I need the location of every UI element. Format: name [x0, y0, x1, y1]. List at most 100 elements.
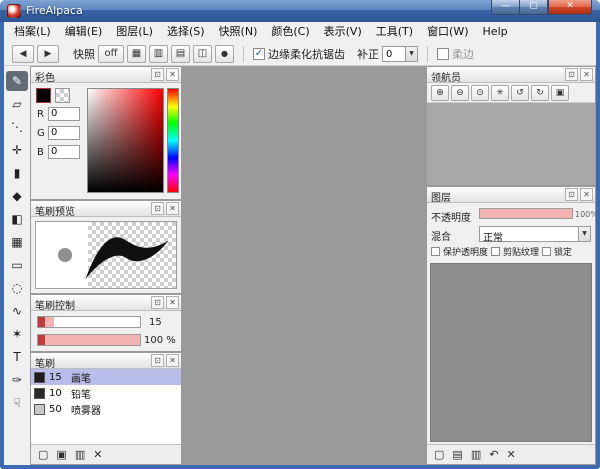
canvas[interactable] [182, 66, 426, 465]
grid-pattern-icon[interactable]: ▦ [127, 45, 146, 63]
navigator-header[interactable]: 领航员 ⊡ ✕ [427, 67, 595, 83]
layer-list[interactable] [430, 263, 592, 442]
fill-tool-icon[interactable]: ▮ [6, 163, 28, 183]
close-panel-icon[interactable]: ✕ [166, 202, 179, 215]
clipping-checkbox[interactable] [491, 247, 500, 256]
brush-list-item[interactable]: 10 铅笔 [31, 385, 181, 401]
brush-preview-box [35, 221, 177, 289]
color-panel-header[interactable]: 彩色 ⊡ ✕ [31, 67, 181, 83]
protect-alpha-checkbox[interactable] [431, 247, 440, 256]
new-brush-icon[interactable]: ▢ [38, 448, 48, 461]
stabilizer-off-button[interactable]: off [98, 45, 124, 63]
zoom-out-icon[interactable]: ⊖ [451, 85, 469, 101]
snapshot-next-button[interactable]: ▶ [37, 45, 59, 63]
select-ellipse-tool-icon[interactable]: ◌ [6, 278, 28, 298]
menu-item-edit[interactable]: 编辑(E) [58, 22, 110, 42]
gradient-tool-icon[interactable]: ◧ [6, 209, 28, 229]
brush-control-header[interactable]: 笔刷控制 ⊡ ✕ [31, 295, 181, 311]
grid-tool-icon[interactable]: ▦ [6, 232, 28, 252]
close-panel-icon[interactable]: ✕ [580, 68, 593, 81]
minimize-button[interactable]: — [491, 0, 520, 15]
float-panel-icon[interactable]: ⊡ [151, 68, 164, 81]
lock-checkbox[interactable] [542, 247, 551, 256]
brush-list-item[interactable]: 15 画笔 [31, 369, 181, 385]
float-panel-icon[interactable]: ⊡ [565, 68, 578, 81]
soft-edge-checkbox[interactable] [437, 48, 449, 60]
hlines-pattern-icon[interactable]: ▤ [171, 45, 190, 63]
hand-tool-icon[interactable]: ☟ [6, 393, 28, 413]
pen-tool-icon[interactable]: ✎ [6, 71, 28, 91]
delete-brush-icon[interactable]: ✕ [93, 448, 102, 461]
eraser-tool-icon[interactable]: ▱ [6, 94, 28, 114]
text-tool-icon[interactable]: T [6, 347, 28, 367]
dot-icon[interactable]: ● [215, 45, 234, 63]
b-input[interactable]: 0 [48, 145, 80, 159]
brush-control-title: 笔刷控制 [35, 297, 75, 312]
blur-tool-icon[interactable]: ⋱ [6, 117, 28, 137]
float-panel-icon[interactable]: ⊡ [565, 188, 578, 201]
blend-mode-dropdown[interactable]: 正常 ▼ [479, 226, 591, 242]
menu-item-window[interactable]: 窗口(W) [420, 22, 475, 42]
delete-layer-icon[interactable]: ✕ [506, 448, 515, 461]
magic-wand-tool-icon[interactable]: ✶ [6, 324, 28, 344]
edit-brush-icon[interactable]: ▣ [56, 448, 66, 461]
menu-item-color[interactable]: 颜色(C) [264, 22, 316, 42]
close-panel-icon[interactable]: ✕ [166, 68, 179, 81]
brush-opacity-slider[interactable] [37, 334, 141, 346]
fit-window-icon[interactable]: ▣ [551, 85, 569, 101]
brush-size-slider[interactable] [37, 316, 141, 328]
foreground-color-swatch[interactable] [36, 88, 51, 103]
hue-slider[interactable] [167, 88, 179, 193]
navigator-preview[interactable] [427, 103, 595, 185]
float-panel-icon[interactable]: ⊡ [151, 354, 164, 367]
maximize-button[interactable]: ▢ [520, 0, 548, 15]
rotate-left-icon[interactable]: ↺ [511, 85, 529, 101]
menu-item-tool[interactable]: 工具(T) [369, 22, 420, 42]
snapshot-prev-button[interactable]: ◀ [12, 45, 34, 63]
antialias-checkbox[interactable]: ✓ [253, 48, 265, 60]
bucket-tool-icon[interactable]: ◆ [6, 186, 28, 206]
brush-preview-header[interactable]: 笔刷预览 ⊡ ✕ [31, 201, 181, 217]
float-panel-icon[interactable]: ⊡ [151, 202, 164, 215]
split-pattern-icon[interactable]: ◫ [193, 45, 212, 63]
rotate-right-icon[interactable]: ↻ [531, 85, 549, 101]
layers-header[interactable]: 图层 ⊡ ✕ [427, 187, 595, 203]
brush-control-panel: 笔刷控制 ⊡ ✕ 15 100 % [30, 294, 182, 352]
saturation-value-picker[interactable] [87, 88, 164, 193]
b-label: B [37, 147, 44, 158]
menu-item-help[interactable]: Help [476, 22, 515, 42]
close-panel-icon[interactable]: ✕ [166, 296, 179, 309]
transparent-color-swatch[interactable] [55, 88, 70, 103]
menu-item-view[interactable]: 表示(V) [317, 22, 369, 42]
menu-item-layer[interactable]: 图层(L) [109, 22, 160, 42]
title-bar[interactable]: FireAlpaca — ▢ ✕ [0, 0, 600, 22]
g-input[interactable]: 0 [48, 126, 80, 140]
duplicate-brush-icon[interactable]: ▥ [75, 448, 85, 461]
close-panel-icon[interactable]: ✕ [580, 188, 593, 201]
new-folder-icon[interactable]: ▤ [452, 448, 462, 461]
vlines-pattern-icon[interactable]: ▥ [149, 45, 168, 63]
eyedropper-tool-icon[interactable]: ✑ [6, 370, 28, 390]
layer-opacity-slider[interactable] [479, 208, 573, 219]
brush-panel-header[interactable]: 笔刷 ⊡ ✕ [31, 353, 181, 369]
zoom-reset-icon[interactable]: ⊙ [471, 85, 489, 101]
r-input[interactable]: 0 [48, 107, 80, 121]
merge-layer-icon[interactable]: ↶ [489, 448, 498, 461]
float-panel-icon[interactable]: ⊡ [151, 296, 164, 309]
duplicate-layer-icon[interactable]: ▥ [471, 448, 481, 461]
lasso-tool-icon[interactable]: ∿ [6, 301, 28, 321]
reset-view-icon[interactable]: ✳ [491, 85, 509, 101]
select-rect-tool-icon[interactable]: ▭ [6, 255, 28, 275]
menu-item-snapshot[interactable]: 快照(N) [212, 22, 265, 42]
menu-item-file[interactable]: 档案(L) [7, 22, 58, 42]
zoom-in-icon[interactable]: ⊕ [431, 85, 449, 101]
menu-item-select[interactable]: 选择(S) [160, 22, 212, 42]
new-layer-icon[interactable]: ▢ [434, 448, 444, 461]
correction-dropdown[interactable]: 0 ▼ [382, 46, 418, 62]
chevron-down-icon[interactable]: ▼ [578, 227, 590, 241]
close-panel-icon[interactable]: ✕ [166, 354, 179, 367]
close-button[interactable]: ✕ [548, 0, 592, 15]
move-tool-icon[interactable]: ✛ [6, 140, 28, 160]
brush-list-item[interactable]: 50 喷雾器 [31, 401, 181, 417]
chevron-down-icon[interactable]: ▼ [405, 47, 417, 61]
